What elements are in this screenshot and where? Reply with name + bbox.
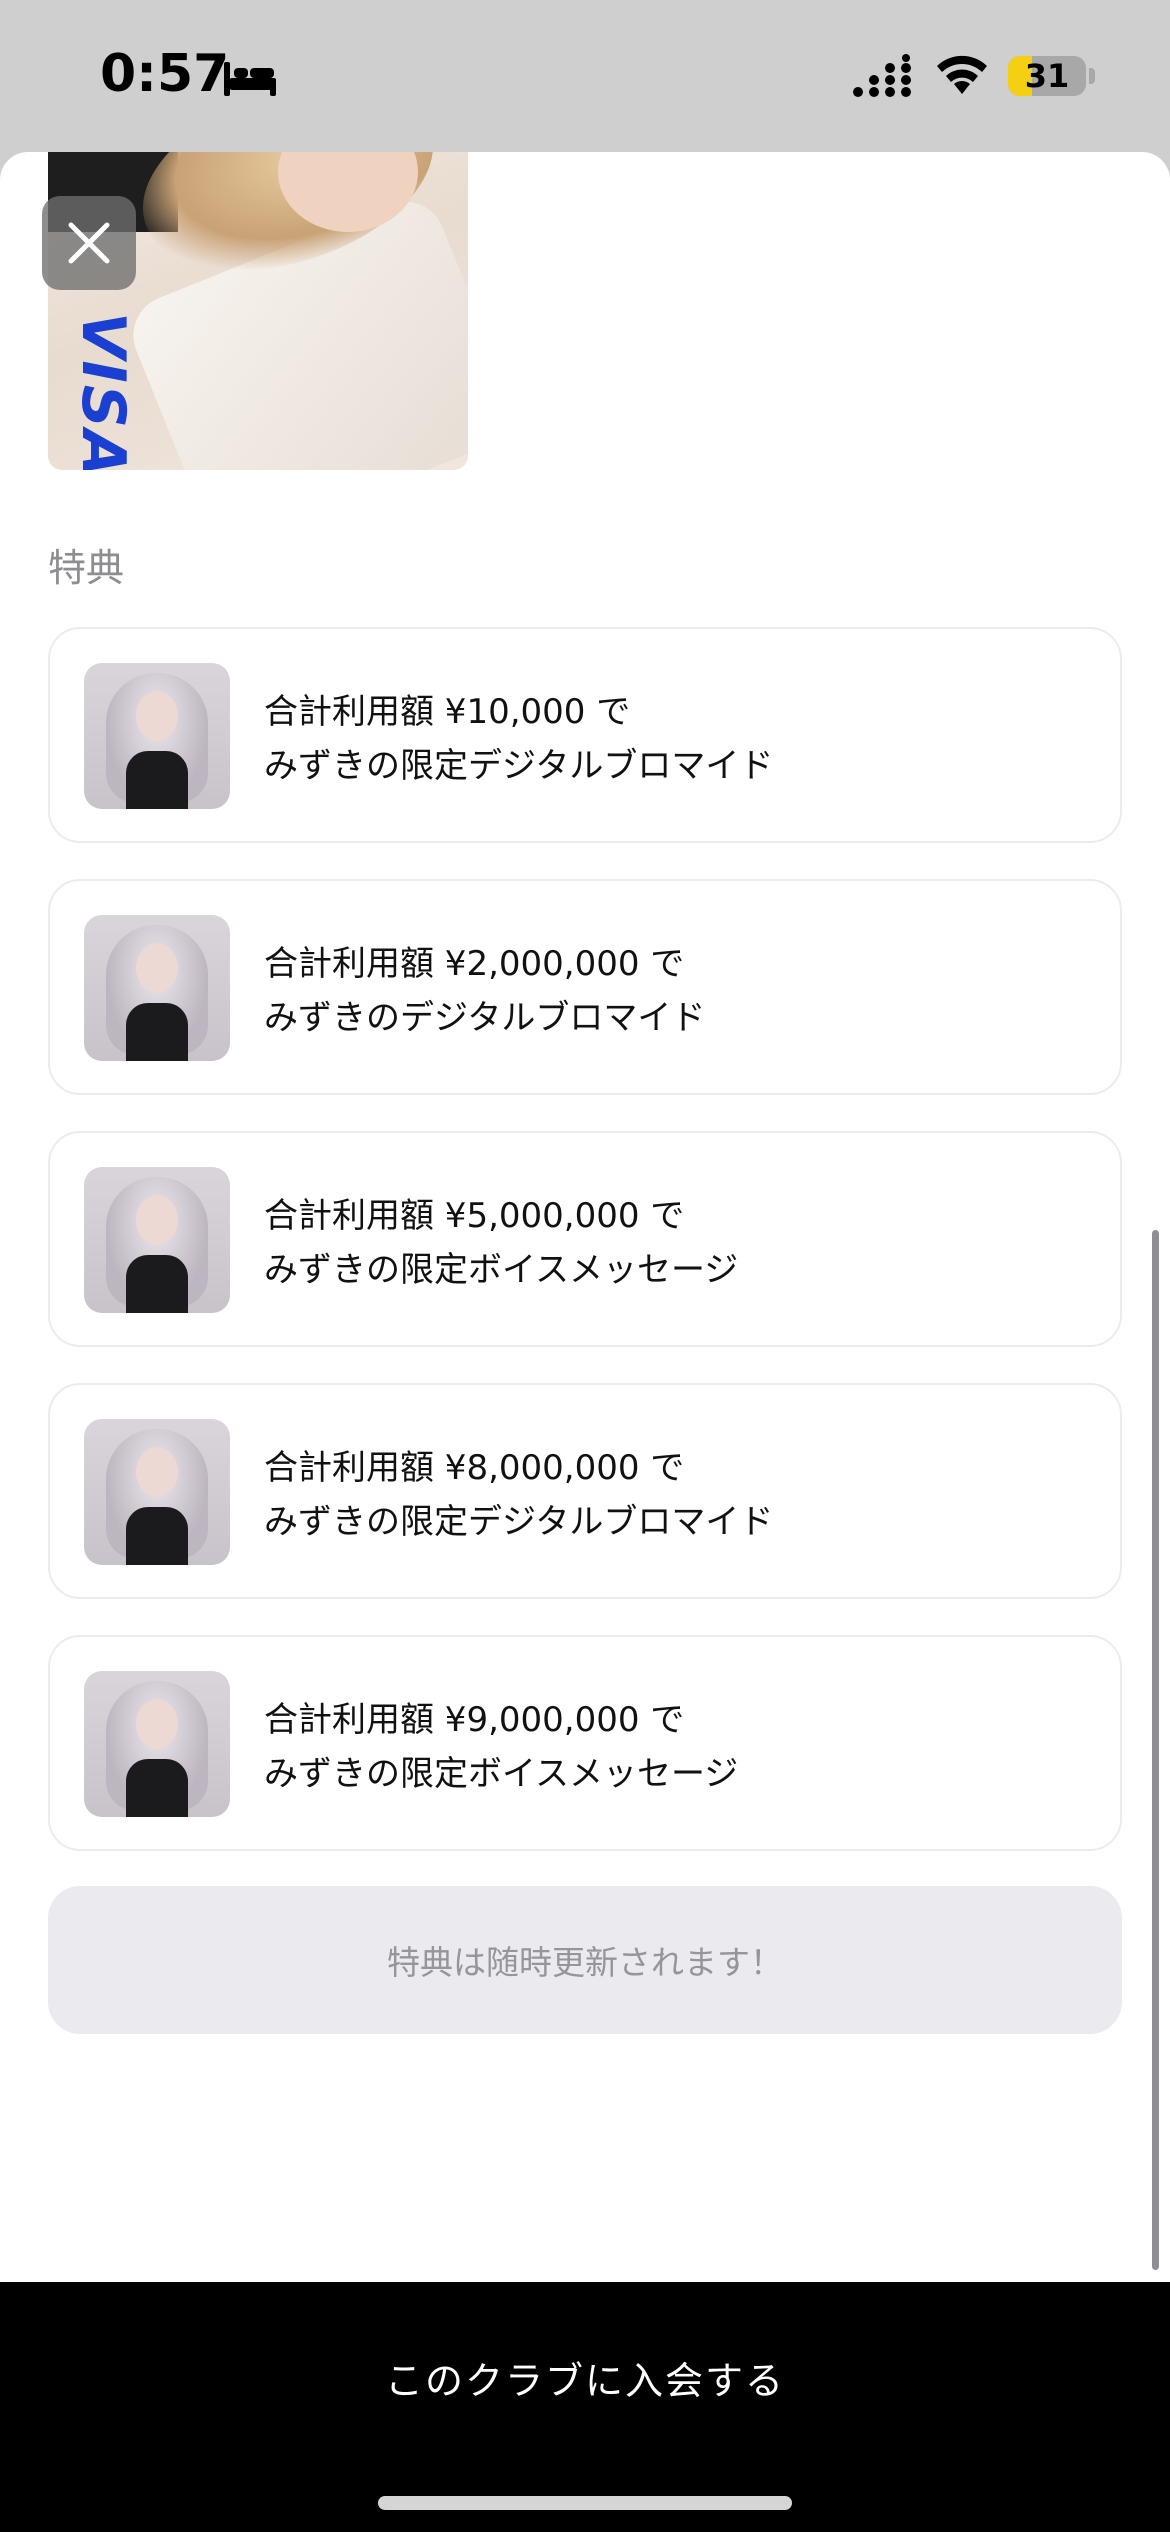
perk-thumbnail	[84, 1167, 230, 1313]
perk-reward: みずきの限定デジタルブロマイド	[264, 746, 774, 786]
perk-item: 合計利用額 ¥10,000 で みずきの限定デジタルブロマイド	[48, 627, 1122, 843]
perk-reward: みずきの限定ボイスメッセージ	[264, 1250, 739, 1290]
perk-thumbnail	[84, 1419, 230, 1565]
perk-condition: 合計利用額 ¥9,000,000 で	[264, 1700, 685, 1740]
perk-thumbnail	[84, 663, 230, 809]
scrollbar[interactable]	[1152, 1230, 1159, 2270]
signal-icon	[853, 54, 911, 97]
status-time: 0:57	[100, 44, 230, 104]
club-detail-sheet: VISA 特典 合計利用額 ¥10,000 で みずきの限定デジタルブロマイド …	[0, 152, 1170, 2532]
perks-notice-text: 特典は随時更新されます！	[387, 1943, 783, 1982]
perk-reward: みずきの限定ボイスメッセージ	[264, 1754, 739, 1794]
perk-item: 合計利用額 ¥9,000,000 で みずきの限定ボイスメッセージ	[48, 1635, 1122, 1851]
perk-item: 合計利用額 ¥2,000,000 で みずきのデジタルブロマイド	[48, 879, 1122, 1095]
home-indicator[interactable]	[378, 2496, 792, 2510]
join-club-button[interactable]: このクラブに入会する	[0, 2282, 1170, 2472]
perk-thumbnail	[84, 915, 230, 1061]
close-icon	[68, 222, 110, 264]
battery-tip	[1089, 68, 1095, 84]
wifi-icon	[937, 55, 987, 94]
battery-icon: 31	[1008, 56, 1086, 96]
perks-section-title: 特典	[48, 546, 125, 590]
bed-icon	[224, 62, 276, 96]
status-bar: 0:57 31	[0, 0, 1170, 152]
perk-condition: 合計利用額 ¥2,000,000 で	[264, 944, 685, 984]
perk-condition: 合計利用額 ¥8,000,000 で	[264, 1448, 685, 1488]
perks-notice: 特典は随時更新されます！	[48, 1886, 1122, 2034]
perk-item: 合計利用額 ¥5,000,000 で みずきの限定ボイスメッセージ	[48, 1131, 1122, 1347]
visa-logo: VISA	[68, 312, 138, 470]
perk-condition: 合計利用額 ¥5,000,000 で	[264, 1196, 685, 1236]
perk-thumbnail	[84, 1671, 230, 1817]
perk-reward: みずきの限定デジタルブロマイド	[264, 1502, 774, 1542]
perk-item: 合計利用額 ¥8,000,000 で みずきの限定デジタルブロマイド	[48, 1383, 1122, 1599]
footer-bar: このクラブに入会する	[0, 2282, 1170, 2532]
perk-reward: みずきのデジタルブロマイド	[264, 998, 706, 1038]
battery-level: 31	[1024, 57, 1070, 95]
close-button[interactable]	[42, 196, 136, 290]
perk-condition: 合計利用額 ¥10,000 で	[264, 692, 631, 732]
